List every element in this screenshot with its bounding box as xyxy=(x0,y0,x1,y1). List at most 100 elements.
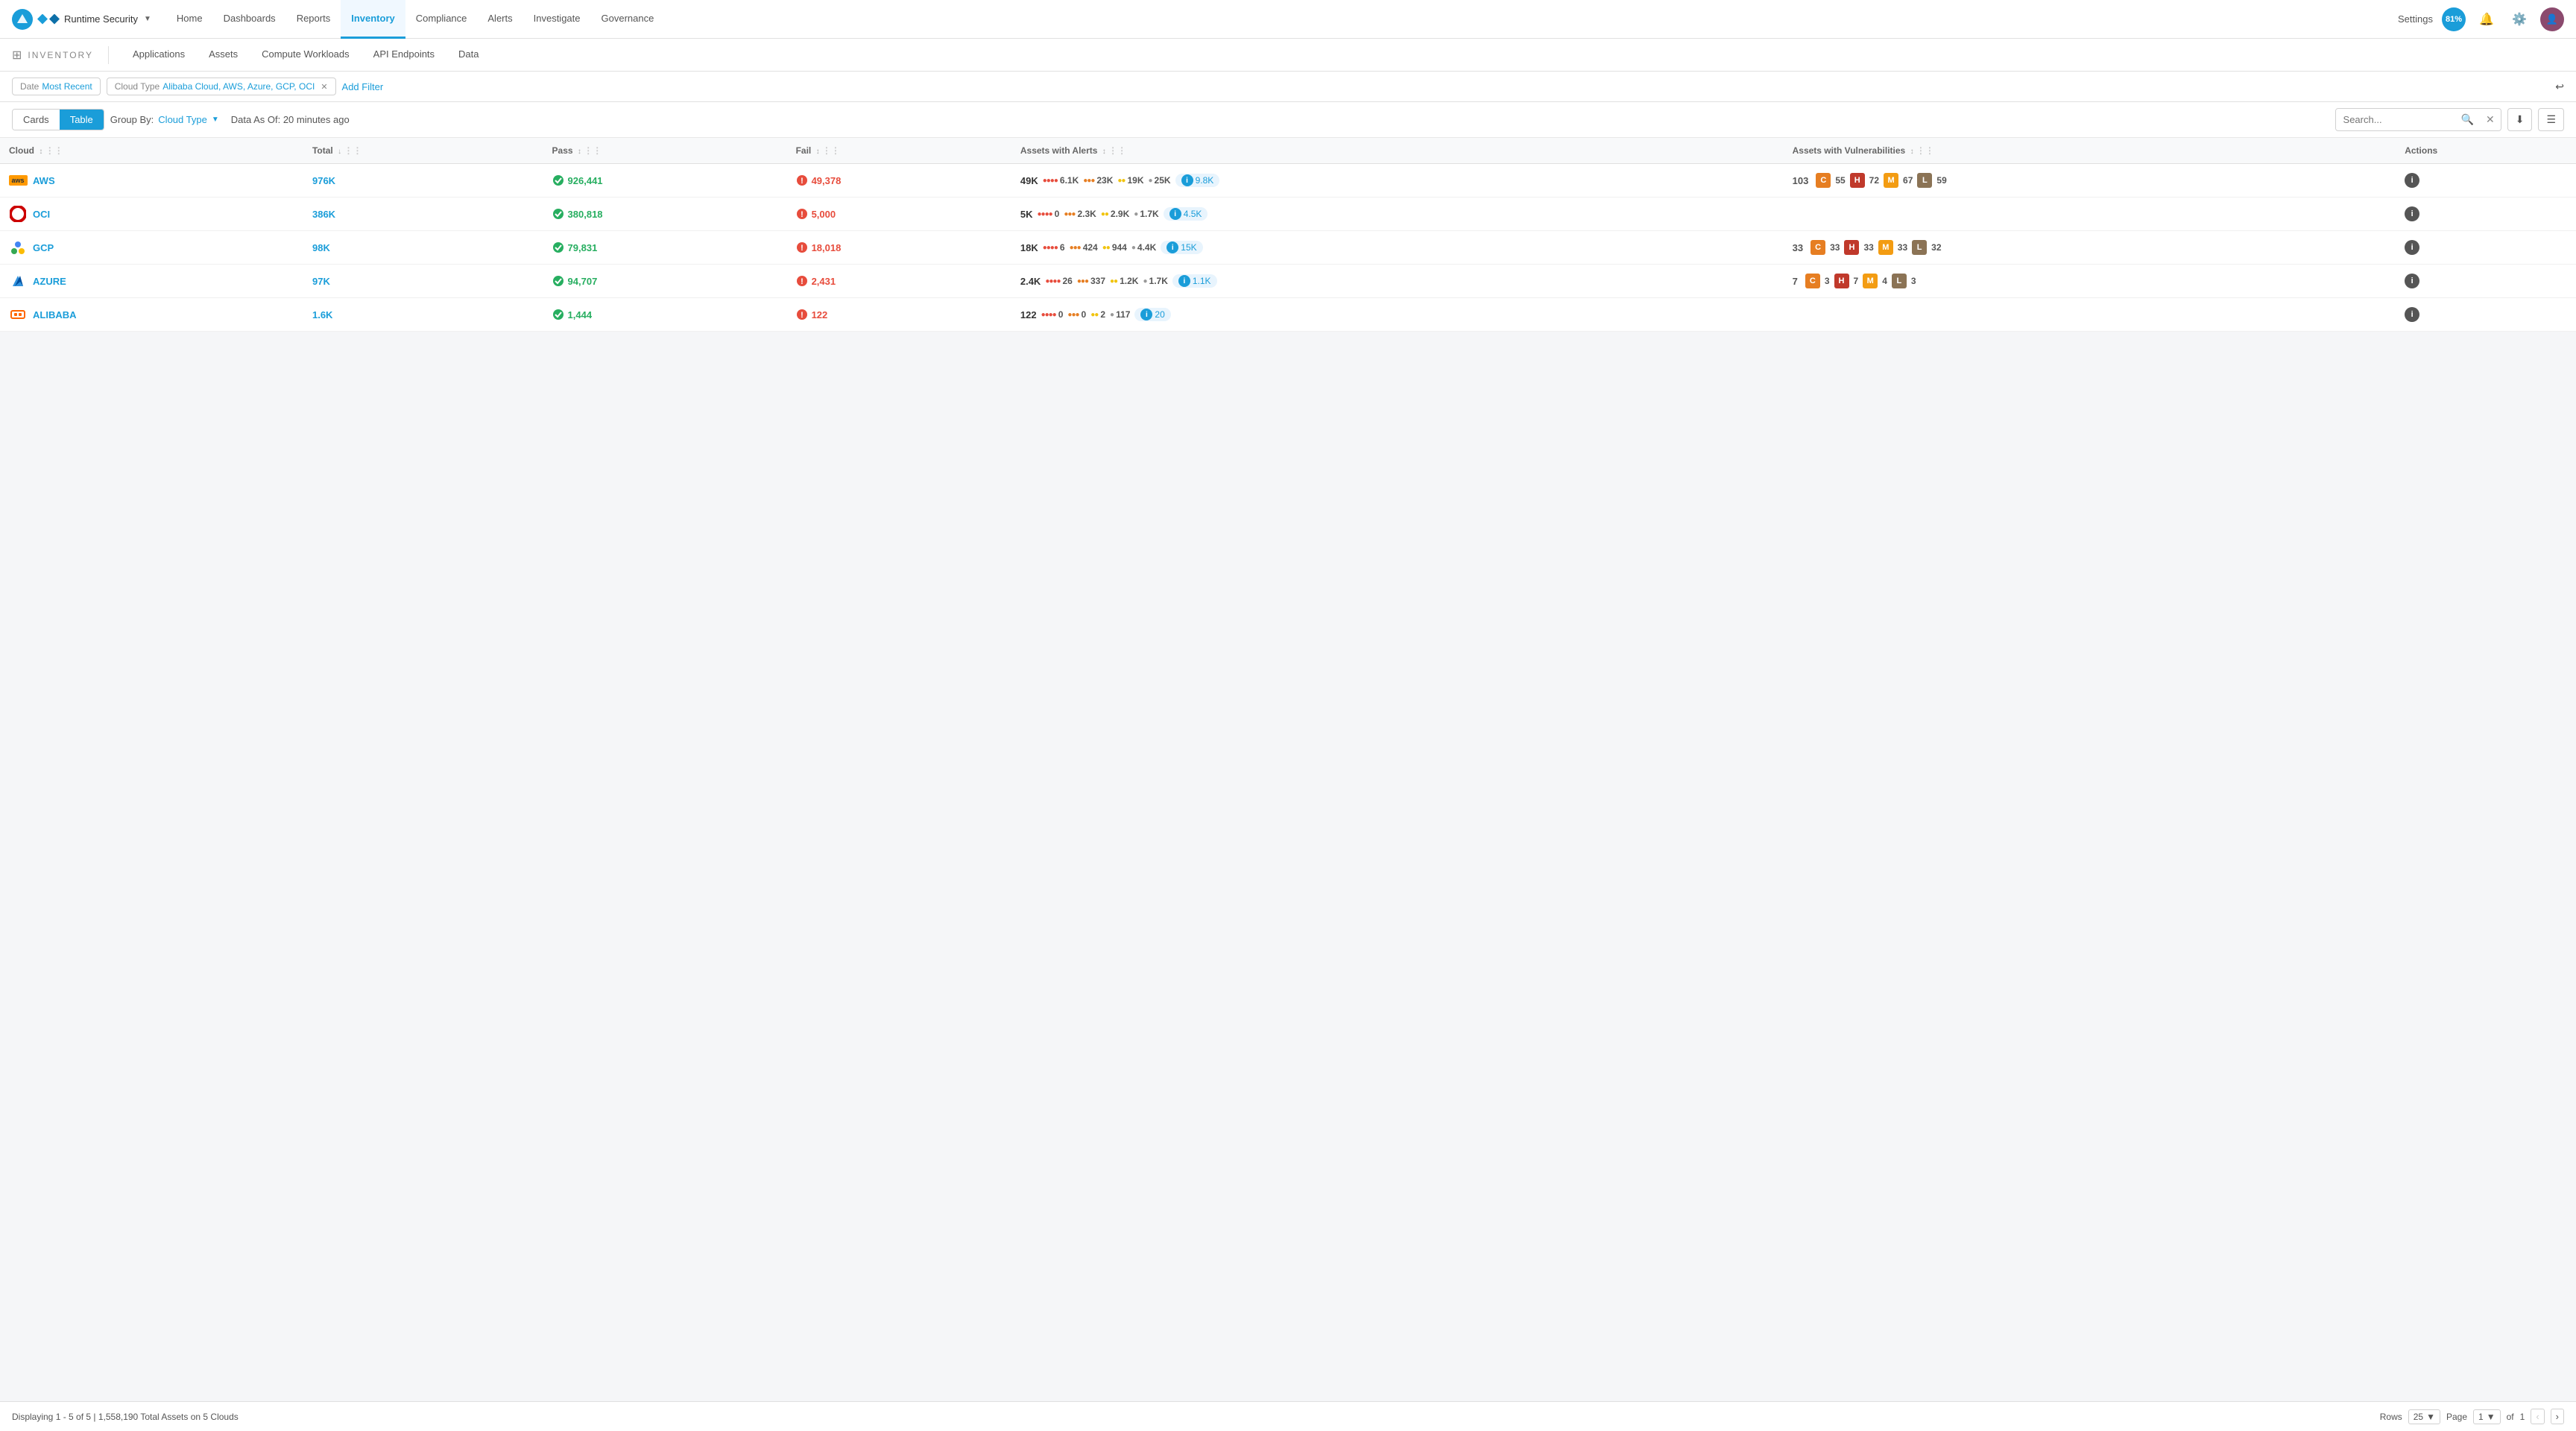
alerts-sort-icon[interactable]: ↕ xyxy=(1102,148,1106,156)
subnav-item-assets[interactable]: Assets xyxy=(197,39,250,72)
pass-value-alibaba[interactable]: 1,444 xyxy=(568,309,593,320)
cloud-type-filter-chip[interactable]: Cloud Type Alibaba Cloud, AWS, Azure, GC… xyxy=(107,78,336,95)
alerts-total-azure[interactable]: 2.4K xyxy=(1020,276,1041,287)
cloud-name-azure[interactable]: AZURE xyxy=(33,276,66,287)
gear-icon[interactable]: ⚙️ xyxy=(2507,7,2531,31)
subnav-item-applications[interactable]: Applications xyxy=(121,39,197,72)
alert-count[interactable]: 0 xyxy=(1082,309,1087,320)
nav-item-investigate[interactable]: Investigate xyxy=(523,0,591,39)
alert-count[interactable]: 4.4K xyxy=(1137,242,1156,253)
alert-count[interactable]: 26 xyxy=(1063,276,1073,286)
nav-item-home[interactable]: Home xyxy=(166,0,213,39)
alert-count[interactable]: 337 xyxy=(1090,276,1105,286)
group-by-value[interactable]: Cloud Type xyxy=(158,114,207,125)
cloud-name-gcp[interactable]: GCP xyxy=(33,242,54,253)
score-badge[interactable]: 81% xyxy=(2442,7,2466,31)
nav-item-inventory[interactable]: Inventory xyxy=(341,0,405,39)
alerts-total-alibaba[interactable]: 122 xyxy=(1020,309,1037,320)
cloud-drag-icon[interactable]: ⋮⋮ xyxy=(45,145,63,156)
notifications-icon[interactable]: 🔔 xyxy=(2475,7,2498,31)
alert-info-alibaba[interactable]: i 20 xyxy=(1134,308,1170,321)
fail-value-aws[interactable]: 49,378 xyxy=(812,175,842,186)
total-value-alibaba[interactable]: 1.6K xyxy=(312,309,332,320)
fail-value-gcp[interactable]: 18,018 xyxy=(812,242,842,253)
search-icon[interactable]: 🔍 xyxy=(2455,109,2480,130)
action-info-button-alibaba[interactable]: i xyxy=(2405,307,2419,322)
alert-count[interactable]: 2.9K xyxy=(1111,209,1129,219)
fail-value-azure[interactable]: 2,431 xyxy=(812,276,836,287)
cloud-name-alibaba[interactable]: ALIBABA xyxy=(33,309,77,320)
next-page-button[interactable]: › xyxy=(2551,1409,2564,1424)
alert-info-aws[interactable]: i 9.8K xyxy=(1175,174,1220,187)
pass-drag-icon[interactable]: ⋮⋮ xyxy=(584,145,602,156)
alerts-total-gcp[interactable]: 18K xyxy=(1020,242,1038,253)
alert-count[interactable]: 424 xyxy=(1083,242,1098,253)
cloud-type-filter-close-icon[interactable]: ✕ xyxy=(321,82,327,92)
nav-item-alerts[interactable]: Alerts xyxy=(477,0,523,39)
reset-filter-icon[interactable]: ↩ xyxy=(2555,80,2564,93)
cloud-name-oci[interactable]: OCI xyxy=(33,209,50,220)
alert-count[interactable]: 0 xyxy=(1055,209,1060,219)
subnav-item-compute[interactable]: Compute Workloads xyxy=(250,39,362,72)
alert-info-oci[interactable]: i 4.5K xyxy=(1164,207,1208,221)
add-filter-button[interactable]: Add Filter xyxy=(342,81,384,92)
alert-count[interactable]: 2 xyxy=(1100,309,1105,320)
fail-sort-icon[interactable]: ↕ xyxy=(816,148,820,156)
alert-count[interactable]: 1.7K xyxy=(1149,276,1168,286)
brand-label[interactable]: Runtime Security xyxy=(64,13,138,25)
group-by-chevron-icon[interactable]: ▼ xyxy=(212,116,219,124)
alert-count[interactable]: 1.7K xyxy=(1140,209,1158,219)
download-button[interactable]: ⬇ xyxy=(2507,108,2533,131)
cards-tab[interactable]: Cards xyxy=(13,110,60,130)
alert-count[interactable]: 1.2K xyxy=(1120,276,1138,286)
action-info-button-azure[interactable]: i xyxy=(2405,274,2419,288)
pass-value-oci[interactable]: 380,818 xyxy=(568,209,603,220)
total-sort-icon[interactable]: ↓ xyxy=(338,148,341,156)
pass-value-gcp[interactable]: 79,831 xyxy=(568,242,598,253)
settings-label[interactable]: Settings xyxy=(2398,13,2433,25)
date-filter-chip[interactable]: Date Most Recent xyxy=(12,78,101,95)
columns-button[interactable]: ☰ xyxy=(2538,108,2564,131)
nav-item-compliance[interactable]: Compliance xyxy=(405,0,478,39)
table-tab[interactable]: Table xyxy=(60,110,104,130)
total-value-azure[interactable]: 97K xyxy=(312,276,330,287)
fail-value-oci[interactable]: 5,000 xyxy=(812,209,836,220)
fail-drag-icon[interactable]: ⋮⋮ xyxy=(822,145,840,156)
search-clear-icon[interactable]: ✕ xyxy=(2480,109,2501,130)
total-drag-icon[interactable]: ⋮⋮ xyxy=(344,145,362,156)
brand-logo[interactable]: Runtime Security ▼ xyxy=(12,9,151,30)
rows-select[interactable]: 25 ▼ xyxy=(2408,1409,2440,1424)
nav-item-governance[interactable]: Governance xyxy=(591,0,665,39)
alert-count[interactable]: 25K xyxy=(1155,175,1171,186)
pass-value-aws[interactable]: 926,441 xyxy=(568,175,603,186)
alert-count[interactable]: 0 xyxy=(1058,309,1064,320)
prev-page-button[interactable]: ‹ xyxy=(2531,1409,2544,1424)
action-info-button-oci[interactable]: i xyxy=(2405,206,2419,221)
vuln-sort-icon[interactable]: ↕ xyxy=(1910,148,1914,156)
brand-chevron-icon[interactable]: ▼ xyxy=(144,15,151,23)
fail-value-alibaba[interactable]: 122 xyxy=(812,309,828,320)
alert-count[interactable]: 2.3K xyxy=(1077,209,1096,219)
pass-value-azure[interactable]: 94,707 xyxy=(568,276,598,287)
subnav-item-data[interactable]: Data xyxy=(446,39,490,72)
action-info-button-aws[interactable]: i xyxy=(2405,173,2419,188)
nav-item-dashboards[interactable]: Dashboards xyxy=(213,0,286,39)
user-avatar[interactable]: 👤 xyxy=(2540,7,2564,31)
vuln-drag-icon[interactable]: ⋮⋮ xyxy=(1916,145,1934,156)
alerts-total-aws[interactable]: 49K xyxy=(1020,175,1038,186)
total-value-gcp[interactable]: 98K xyxy=(312,242,330,253)
alert-count[interactable]: 944 xyxy=(1112,242,1127,253)
alert-count[interactable]: 117 xyxy=(1116,309,1130,320)
action-info-button-gcp[interactable]: i xyxy=(2405,240,2419,255)
subnav-item-api[interactable]: API Endpoints xyxy=(362,39,446,72)
alert-info-gcp[interactable]: i 15K xyxy=(1161,241,1202,254)
alerts-total-oci[interactable]: 5K xyxy=(1020,209,1033,220)
alert-count[interactable]: 6 xyxy=(1060,242,1065,253)
total-value-aws[interactable]: 976K xyxy=(312,175,335,186)
cloud-sort-icon[interactable]: ↕ xyxy=(39,148,42,156)
page-select[interactable]: 1 ▼ xyxy=(2473,1409,2501,1424)
nav-item-reports[interactable]: Reports xyxy=(286,0,341,39)
alerts-drag-icon[interactable]: ⋮⋮ xyxy=(1108,145,1126,156)
alert-info-azure[interactable]: i 1.1K xyxy=(1172,274,1217,288)
total-value-oci[interactable]: 386K xyxy=(312,209,335,220)
